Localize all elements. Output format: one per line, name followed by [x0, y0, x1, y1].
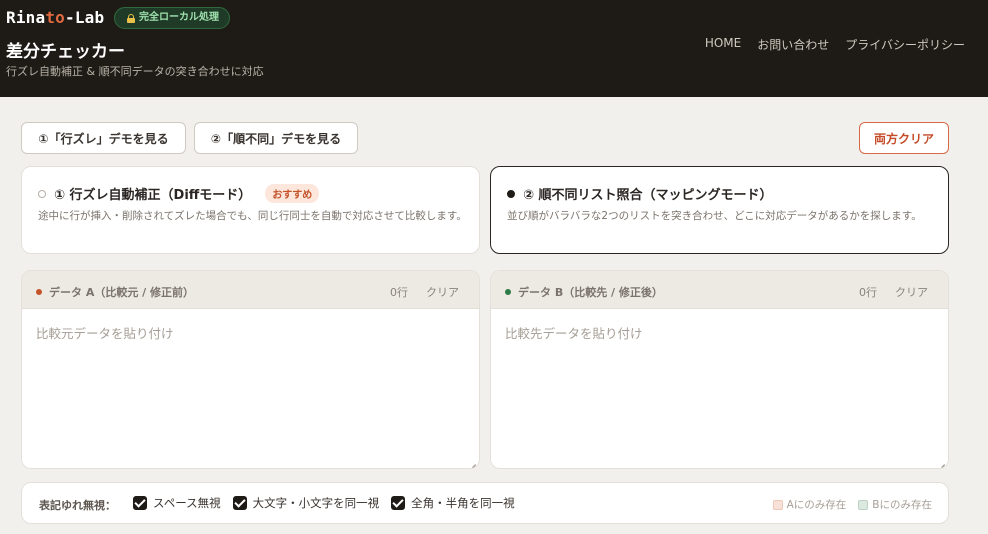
ignore-width-option[interactable]: 全角・半角を同一視 — [391, 495, 515, 511]
clear-both-button[interactable]: 両方クリア — [859, 122, 949, 154]
mode-mapping-title: ② 順不同リスト照合（マッピングモード） — [523, 188, 773, 203]
data-panel-b: データ B（比較先 / 修正後） 0行 クリア — [490, 270, 949, 469]
data-b-line-count: 0行 — [859, 286, 877, 299]
mode-diff-title: ① 行ズレ自動補正（Diffモード） — [54, 188, 252, 203]
normalization-label: 表記ゆれ無視： — [39, 499, 116, 512]
mode-mapping-header: ② 順不同リスト照合（マッピングモード） — [507, 184, 773, 203]
demo-unordered-button[interactable]: ②「順不同」デモを見る — [194, 122, 358, 154]
normalization-checkboxes: スペース無視 大文字・小文字を同一視 全角・半角を同一視 — [133, 495, 515, 511]
ignore-spaces-option[interactable]: スペース無視 — [133, 495, 221, 511]
radio-unselected-icon — [38, 189, 46, 198]
data-a-input[interactable] — [22, 309, 479, 468]
legend-a-only-label: Aにのみ存在 — [786, 499, 847, 511]
logo[interactable]: Rinato-Lab — [6, 8, 104, 27]
local-processing-label: 完全ローカル処理 — [139, 12, 219, 23]
resize-handle-icon[interactable] — [468, 457, 476, 465]
legend-a-swatch — [772, 499, 783, 510]
legend-a-only: Aにのみ存在 — [772, 497, 847, 512]
data-panel-a: データ A（比較元 / 修正前） 0行 クリア — [21, 270, 480, 469]
data-a-meta: 0行 クリア — [390, 284, 459, 300]
checkbox-checked-icon[interactable] — [232, 496, 247, 510]
recommended-badge: おすすめ — [265, 184, 320, 203]
mode-diff-description: 途中に行が挿入・削除されてズレた場合でも、同じ行同士を自動で対応させて比較します… — [38, 210, 467, 222]
data-b-meta: 0行 クリア — [859, 284, 928, 300]
checkbox-checked-icon[interactable] — [133, 496, 147, 510]
resize-handle-icon[interactable] — [937, 457, 945, 465]
nav-privacy-policy[interactable]: プライバシーポリシー — [845, 36, 965, 53]
data-b-label-group: データ B（比較先 / 修正後） — [505, 284, 663, 300]
ignore-spaces-label: スペース無視 — [153, 496, 221, 510]
demo-row-shift-button[interactable]: ①「行ズレ」デモを見る — [21, 122, 186, 154]
ignore-width-label: 全角・半角を同一視 — [411, 496, 515, 510]
nav-home[interactable]: HOME — [705, 36, 741, 53]
data-b-label: データ B（比較先 / 修正後） — [518, 286, 663, 299]
top-nav: HOME お問い合わせ プライバシーポリシー — [705, 36, 965, 53]
checkbox-checked-icon[interactable] — [391, 496, 406, 510]
mode-card-diff[interactable]: ① 行ズレ自動補正（Diffモード） おすすめ 途中に行が挿入・削除されてズレた… — [21, 166, 480, 254]
logo-suffix: -Lab — [65, 8, 105, 27]
lock-icon — [127, 13, 135, 23]
data-panel-a-header: データ A（比較元 / 修正前） 0行 クリア — [22, 271, 479, 309]
data-a-clear-button[interactable]: クリア — [426, 284, 459, 300]
page-subtitle: 行ズレ自動補正 & 順不同データの突き合わせに対応 — [6, 65, 264, 78]
data-panel-b-header: データ B（比較先 / 修正後） 0行 クリア — [491, 271, 948, 309]
legend-b-only: Bにのみ存在 — [858, 497, 932, 512]
color-legend: Aにのみ存在 Bにのみ存在 — [772, 497, 932, 512]
data-a-label: データ A（比較元 / 修正前） — [49, 286, 195, 299]
app-header: Rinato-Lab 完全ローカル処理 差分チェッカー 行ズレ自動補正 & 順不… — [0, 0, 988, 97]
legend-b-only-label: Bにのみ存在 — [872, 499, 932, 511]
local-processing-badge: 完全ローカル処理 — [114, 7, 230, 29]
data-a-line-count: 0行 — [390, 286, 408, 299]
nav-contact[interactable]: お問い合わせ — [757, 36, 829, 53]
data-a-label-group: データ A（比較元 / 修正前） — [36, 284, 194, 300]
logo-prefix: Rina — [6, 8, 46, 27]
logo-accent: to — [45, 8, 66, 27]
data-b-clear-button[interactable]: クリア — [895, 284, 928, 300]
ignore-case-option[interactable]: 大文字・小文字を同一視 — [232, 495, 380, 511]
mode-diff-header: ① 行ズレ自動補正（Diffモード） おすすめ — [38, 184, 320, 203]
page-title: 差分チェッカー — [6, 42, 125, 62]
data-b-input[interactable] — [491, 309, 948, 468]
legend-b-swatch — [858, 499, 869, 510]
data-a-dot-icon — [36, 289, 42, 295]
mode-mapping-description: 並び順がバラバラな2つのリストを突き合わせ、どこに対応データがあるかを探します。 — [507, 210, 922, 222]
mode-card-mapping[interactable]: ② 順不同リスト照合（マッピングモード） 並び順がバラバラな2つのリストを突き合… — [490, 166, 949, 254]
radio-selected-icon — [507, 189, 515, 198]
ignore-case-label: 大文字・小文字を同一視 — [252, 496, 380, 510]
normalization-options: 表記ゆれ無視： スペース無視 大文字・小文字を同一視 全角・半角を同一視 Aにの… — [21, 482, 949, 524]
data-b-dot-icon — [505, 289, 511, 295]
